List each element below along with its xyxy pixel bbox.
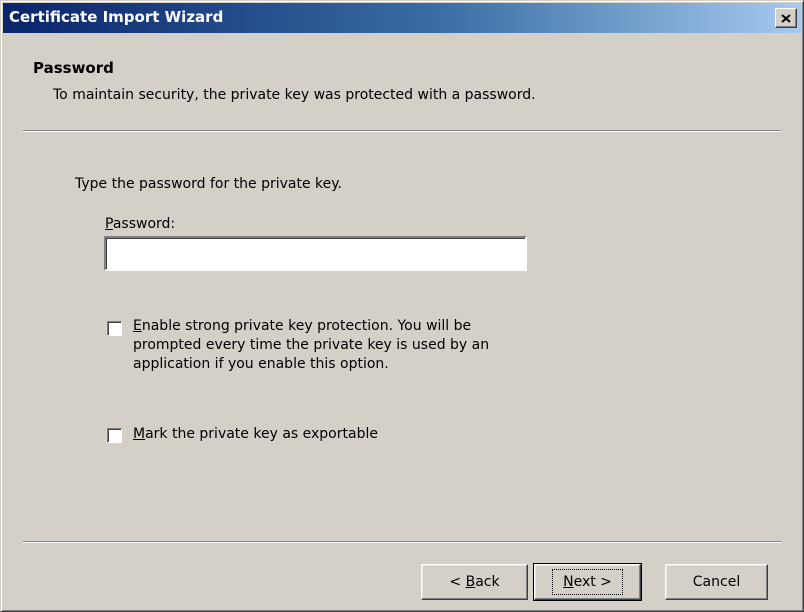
wizard-header: Password To maintain security, the priva… — [3, 33, 801, 129]
strong-protection-line-3: application if you enable this option. — [133, 356, 389, 372]
password-input[interactable] — [104, 236, 527, 271]
header-divider — [23, 130, 781, 132]
password-label: Password: — [105, 216, 176, 232]
strong-protection-checkbox[interactable] — [107, 321, 122, 336]
footer-divider — [23, 541, 781, 543]
strong-protection-label[interactable]: Enable strong private key protection. Yo… — [133, 317, 553, 374]
window-title: Certificate Import Wizard — [9, 8, 224, 26]
next-button[interactable]: Next > — [533, 563, 642, 601]
strong-protection-accel: E — [133, 318, 142, 334]
close-button[interactable] — [775, 8, 797, 28]
strong-protection-line-2: prompted every time the private key is u… — [133, 337, 490, 353]
title-bar[interactable]: Certificate Import Wizard — [3, 3, 801, 33]
cancel-button[interactable]: Cancel — [665, 564, 768, 600]
password-instruction: Type the password for the private key. — [75, 176, 342, 192]
close-icon — [781, 13, 791, 23]
exportable-label[interactable]: Mark the private key as exportable — [133, 425, 378, 444]
certificate-import-wizard-window: Certificate Import Wizard Password To ma… — [0, 0, 804, 612]
page-description: To maintain security, the private key wa… — [53, 87, 536, 103]
page-title: Password — [33, 59, 114, 77]
back-button[interactable]: < Back — [421, 564, 528, 600]
exportable-checkbox[interactable] — [107, 428, 122, 443]
